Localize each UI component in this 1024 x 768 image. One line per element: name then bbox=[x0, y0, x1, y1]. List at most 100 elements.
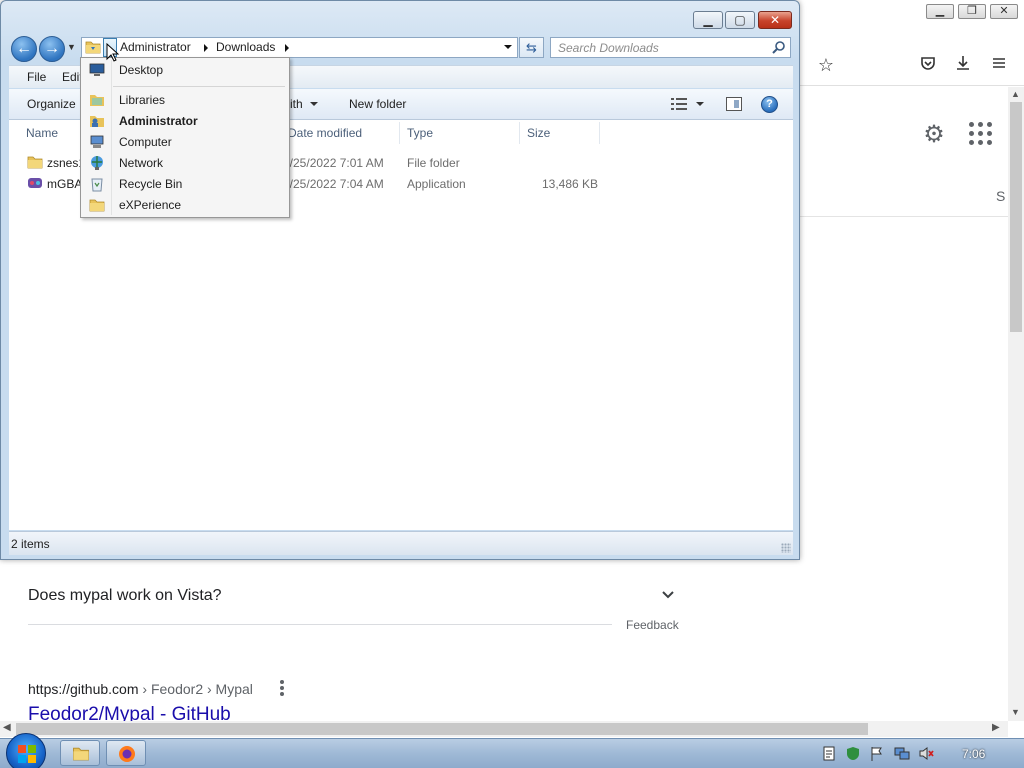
browser-toolbar: ☆ bbox=[800, 44, 1024, 86]
menu-item-administrator[interactable]: Administrator bbox=[83, 111, 287, 131]
firefox-icon bbox=[119, 746, 135, 762]
network-status-icon[interactable] bbox=[894, 746, 910, 761]
forward-button[interactable]: → bbox=[39, 36, 65, 62]
faq-question[interactable]: Does mypal work on Vista? bbox=[28, 587, 222, 605]
preview-pane-icon[interactable] bbox=[726, 97, 742, 111]
network-icon bbox=[91, 156, 103, 170]
system-clock[interactable]: 7:06 bbox=[962, 747, 985, 761]
column-divider[interactable] bbox=[599, 122, 600, 144]
column-header-date-modified[interactable]: Date modified bbox=[288, 126, 362, 140]
menu-item-desktop[interactable]: Desktop bbox=[83, 60, 287, 80]
column-header-name[interactable]: Name bbox=[26, 126, 58, 140]
result-host: https://github.com bbox=[28, 681, 139, 697]
breadcrumb-downloads[interactable]: Downloads bbox=[216, 40, 275, 54]
scrollbar-thumb[interactable] bbox=[1010, 102, 1022, 332]
folder-icon bbox=[85, 41, 101, 54]
divider bbox=[28, 624, 612, 625]
share-with-button[interactable]: ith bbox=[290, 97, 303, 111]
column-divider[interactable] bbox=[519, 122, 520, 144]
hamburger-menu-icon[interactable] bbox=[988, 54, 1010, 76]
settings-gear-icon[interactable]: ⚙ bbox=[921, 122, 947, 148]
address-root-dropdown-menu: Desktop Libraries Administrator Computer… bbox=[80, 57, 290, 218]
resize-grip-icon[interactable] bbox=[781, 543, 791, 553]
apps-grid-icon[interactable] bbox=[969, 122, 993, 146]
address-history-dropdown-icon[interactable] bbox=[504, 45, 512, 49]
scrollbar-thumb[interactable] bbox=[16, 723, 868, 735]
address-bar[interactable]: Administrator Downloads bbox=[81, 37, 518, 58]
menu-item-libraries[interactable]: Libraries bbox=[83, 90, 287, 110]
file-name[interactable]: mGBA bbox=[47, 177, 82, 191]
breadcrumb-administrator[interactable]: Administrator bbox=[120, 40, 191, 54]
search-field[interactable]: Search Downloads bbox=[550, 37, 791, 58]
menu-item-computer[interactable]: Computer bbox=[83, 132, 287, 152]
downloads-icon[interactable] bbox=[952, 54, 974, 76]
menu-item-experience[interactable]: eXPerience bbox=[83, 195, 287, 215]
chevron-down-icon[interactable] bbox=[660, 586, 676, 604]
scroll-up-icon[interactable]: ▲ bbox=[1011, 89, 1020, 99]
computer-icon bbox=[90, 135, 104, 148]
scroll-left-icon[interactable]: ◀ bbox=[3, 722, 11, 733]
menu-item-label: Network bbox=[119, 156, 164, 170]
search-icon[interactable] bbox=[771, 40, 787, 56]
menu-separator bbox=[113, 86, 285, 87]
folder-icon bbox=[27, 156, 43, 169]
menu-file[interactable]: File bbox=[27, 70, 46, 84]
volume-muted-icon[interactable] bbox=[918, 746, 934, 761]
scroll-down-icon[interactable]: ▼ bbox=[1011, 707, 1020, 717]
security-shield-icon[interactable] bbox=[845, 746, 861, 761]
menu-item-label: Recycle Bin bbox=[119, 177, 183, 191]
browser-close-button[interactable]: ✕ bbox=[990, 4, 1018, 19]
menu-item-label: Administrator bbox=[119, 114, 198, 128]
close-button[interactable]: ✕ bbox=[758, 11, 792, 29]
pocket-icon[interactable] bbox=[917, 54, 939, 76]
file-size: 13,486 KB bbox=[542, 177, 599, 191]
view-options-dropdown-icon[interactable] bbox=[696, 102, 704, 106]
share-with-dropdown-icon[interactable] bbox=[310, 102, 318, 106]
start-button[interactable] bbox=[6, 733, 46, 768]
chevron-right-icon[interactable] bbox=[285, 44, 289, 52]
taskbar: 7:06 bbox=[0, 733, 1024, 768]
menu-item-label: Libraries bbox=[119, 93, 166, 107]
browser-restore-button[interactable]: ❐ bbox=[958, 4, 986, 19]
column-divider[interactable] bbox=[399, 122, 400, 144]
scroll-right-icon[interactable]: ▶ bbox=[992, 722, 1000, 733]
menu-item-label: Computer bbox=[119, 135, 172, 149]
folder-icon bbox=[89, 199, 105, 212]
mouse-cursor-icon bbox=[106, 43, 120, 62]
user-folder-icon bbox=[90, 116, 104, 127]
recent-pages-dropdown-icon[interactable]: ▼ bbox=[67, 42, 76, 52]
mgba-app-icon bbox=[28, 178, 42, 188]
new-folder-button[interactable]: New folder bbox=[349, 97, 406, 111]
vertical-scrollbar[interactable]: ▲ ▼ bbox=[1008, 87, 1024, 721]
search-placeholder: Search Downloads bbox=[558, 41, 659, 55]
minimize-button[interactable]: ▁ bbox=[693, 11, 723, 29]
help-icon[interactable]: ? bbox=[761, 96, 778, 113]
back-button[interactable]: ← bbox=[11, 36, 37, 62]
divider bbox=[800, 216, 1008, 217]
refresh-button[interactable]: ⇆ bbox=[519, 37, 544, 58]
column-header-size[interactable]: Size bbox=[527, 126, 550, 140]
file-date: 6/25/2022 7:04 AM bbox=[283, 177, 384, 191]
action-center-icon[interactable] bbox=[821, 746, 837, 761]
file-date: 6/25/2022 7:01 AM bbox=[283, 156, 384, 170]
file-type: Application bbox=[407, 177, 466, 191]
column-header-type[interactable]: Type bbox=[407, 126, 433, 140]
menu-item-recycle-bin[interactable]: Recycle Bin bbox=[83, 174, 287, 194]
change-view-icon[interactable] bbox=[671, 98, 687, 110]
taskbar-firefox-button[interactable] bbox=[106, 740, 146, 766]
maximize-button[interactable]: ▢ bbox=[725, 11, 755, 29]
browser-minimize-button[interactable]: ▁ bbox=[926, 4, 954, 19]
menu-item-network[interactable]: Network bbox=[83, 153, 287, 173]
result-title-link[interactable]: Feodor2/Mypal - GitHub bbox=[28, 704, 231, 722]
windows-logo-icon bbox=[18, 745, 36, 763]
chevron-right-icon[interactable] bbox=[204, 44, 208, 52]
result-path: › Feodor2 › Mypal bbox=[138, 681, 253, 697]
taskbar-explorer-button[interactable] bbox=[60, 740, 100, 766]
horizontal-scrollbar[interactable]: ◀ ▶ bbox=[0, 721, 1008, 737]
bookmark-star-icon[interactable]: ☆ bbox=[815, 54, 837, 76]
flag-icon[interactable] bbox=[869, 746, 885, 761]
organize-button[interactable]: Organize bbox=[27, 97, 76, 111]
result-url[interactable]: https://github.com › Feodor2 › Mypal bbox=[28, 681, 253, 697]
feedback-link[interactable]: Feedback bbox=[626, 618, 679, 632]
more-options-icon[interactable] bbox=[279, 680, 285, 696]
